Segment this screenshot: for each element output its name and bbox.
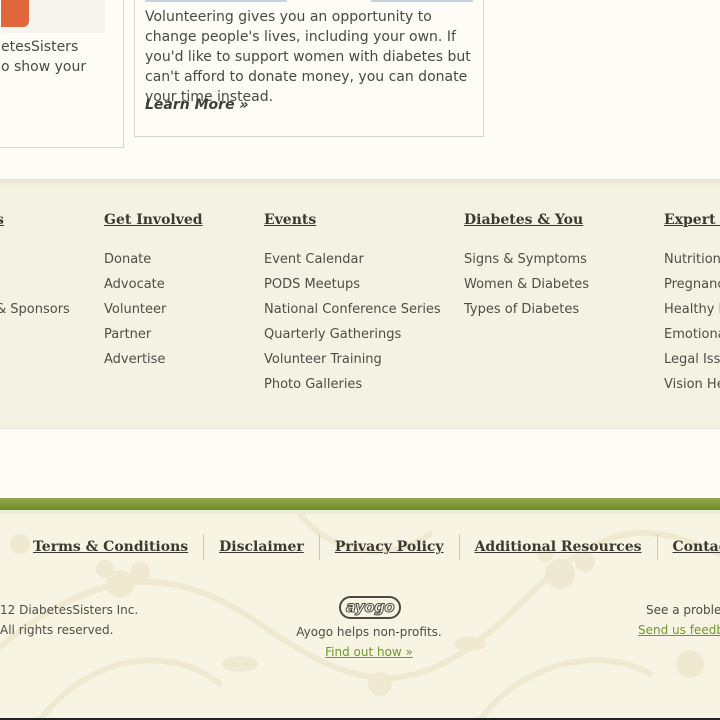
card-left-line2: o show your	[1, 59, 87, 75]
nav-item-volunteer-training[interactable]: Volunteer Training	[264, 350, 441, 375]
disclaimer-link[interactable]: Disclaimer	[204, 534, 319, 560]
nav-column-get-involved: Get Involved Donate Advocate Volunteer P…	[104, 210, 203, 375]
contact-us-link[interactable]: Contact Us	[658, 534, 720, 560]
ayogo-tagline: Ayogo helps non-profits.	[296, 625, 442, 639]
nav-item-volunteer[interactable]: Volunteer	[104, 300, 203, 325]
nav-item	[0, 275, 70, 300]
nav-item-pregnancy[interactable]: Pregnanc	[664, 275, 720, 300]
nav-heading[interactable]: s	[0, 210, 70, 234]
nav-item-women-diabetes[interactable]: Women & Diabetes	[464, 275, 589, 300]
nav-item-event-calendar[interactable]: Event Calendar	[264, 250, 441, 275]
nav-heading-diabetes-and-you[interactable]: Diabetes & You	[464, 210, 589, 234]
footer-nav-band: s & Sponsors Get Involved Donate Advocat…	[0, 179, 720, 429]
nav-item-legal-issues[interactable]: Legal Issu	[664, 350, 720, 375]
nav-column-expert-advice: Expert A Nutrition Pregnanc Healthy L Em…	[664, 210, 720, 400]
nav-column-events: Events Event Calendar PODS Meetups Natio…	[264, 210, 441, 400]
problem-text: See a probler	[646, 603, 720, 617]
nav-column-partial: s & Sponsors	[0, 210, 70, 325]
nav-item-types-of-diabetes[interactable]: Types of Diabetes	[464, 300, 589, 325]
card-image-edge	[145, 0, 287, 2]
nav-item-photo-galleries[interactable]: Photo Galleries	[264, 375, 441, 400]
card-left-text: etesSisters o show your	[1, 37, 121, 77]
nav-item-donate[interactable]: Donate	[104, 250, 203, 275]
nav-item-vision-health[interactable]: Vision He	[664, 375, 720, 400]
nav-item-quarterly-gatherings[interactable]: Quarterly Gatherings	[264, 325, 441, 350]
card-image	[1, 0, 29, 27]
send-feedback-link[interactable]: Send us feedba	[638, 623, 720, 637]
learn-more-link[interactable]: Learn More »	[145, 97, 249, 113]
nav-item	[0, 250, 70, 275]
feedback-block: See a probler Send us feedba	[638, 600, 720, 640]
footer-links: Terms & Conditions Disclaimer Privacy Po…	[18, 534, 720, 560]
nav-item-nutrition[interactable]: Nutrition	[664, 250, 720, 275]
footer-divider	[0, 498, 720, 514]
nav-item-sponsors[interactable]: & Sponsors	[0, 300, 70, 325]
volunteer-card: Volunteering gives you an opportunity to…	[134, 0, 484, 137]
terms-link[interactable]: Terms & Conditions	[18, 534, 203, 560]
ayogo-credit: ayogo Ayogo helps non-profits. Find out …	[269, 596, 469, 660]
nav-item-pods-meetups[interactable]: PODS Meetups	[264, 275, 441, 300]
nav-item-signs-symptoms[interactable]: Signs & Symptoms	[464, 250, 589, 275]
nav-item-emotional[interactable]: Emotiona	[664, 325, 720, 350]
nav-item-partner[interactable]: Partner	[104, 325, 203, 350]
copyright-line2: All rights reserved.	[0, 623, 114, 637]
nav-column-diabetes-and-you: Diabetes & You Signs & Symptoms Women & …	[464, 210, 589, 325]
find-out-how-link[interactable]: Find out how »	[325, 645, 413, 659]
nav-item-healthy-living[interactable]: Healthy L	[664, 300, 720, 325]
nav-heading-get-involved[interactable]: Get Involved	[104, 210, 203, 234]
nav-item-national-conference[interactable]: National Conference Series	[264, 300, 441, 325]
volunteer-description: Volunteering gives you an opportunity to…	[145, 9, 471, 105]
privacy-policy-link[interactable]: Privacy Policy	[320, 534, 459, 560]
card-left-line1: etesSisters	[1, 39, 79, 55]
copyright-line1: 12 DiabetesSisters Inc.	[0, 603, 139, 617]
site-footer: Terms & Conditions Disclaimer Privacy Po…	[0, 514, 720, 720]
nav-item-advocate[interactable]: Advocate	[104, 275, 203, 300]
ayogo-logo[interactable]: ayogo	[338, 596, 402, 619]
card-thumbnail	[1, 0, 105, 33]
volunteer-teaser-card-left: etesSisters o show your	[0, 0, 124, 148]
nav-heading-expert-advice[interactable]: Expert A	[664, 210, 720, 234]
additional-resources-link[interactable]: Additional Resources	[460, 534, 657, 560]
card-image-edge	[371, 0, 473, 2]
nav-heading-events[interactable]: Events	[264, 210, 441, 234]
copyright: 12 DiabetesSisters Inc. All rights reser…	[0, 600, 138, 640]
nav-item-advertise[interactable]: Advertise	[104, 350, 203, 375]
